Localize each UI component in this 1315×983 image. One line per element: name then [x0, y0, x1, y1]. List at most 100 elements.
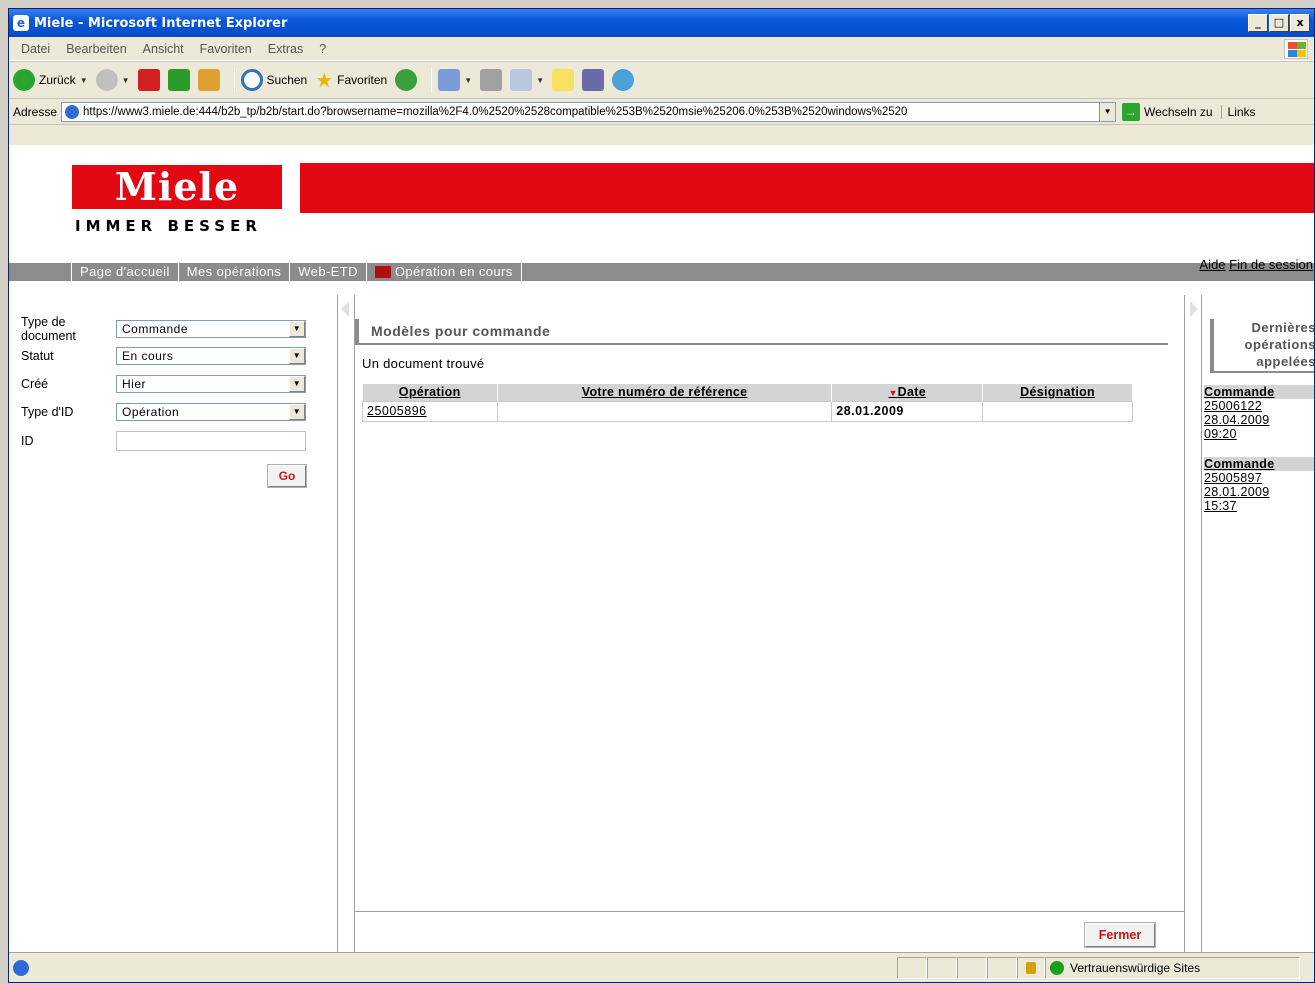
menu-bearbeiten[interactable]: Bearbeiten [58, 42, 134, 56]
cell-date: 28.01.2009 [831, 400, 984, 422]
menu-bar: Datei Bearbeiten Ansicht Favoriten Extra… [9, 37, 1314, 61]
mail-button[interactable]: ▼ [438, 69, 472, 91]
menu-ansicht[interactable]: Ansicht [135, 42, 192, 56]
chevron-down-icon: ▼ [289, 321, 305, 337]
tab-current-operation[interactable]: Opération en cours [365, 263, 522, 281]
page-icon [65, 104, 80, 119]
chevron-down-icon: ▼ [79, 75, 88, 85]
check-icon [1050, 960, 1064, 975]
operation-link[interactable]: 25005896 [367, 404, 427, 418]
maximize-button[interactable]: □ [1269, 14, 1289, 32]
col-reference[interactable]: Votre numéro de référence [497, 384, 833, 401]
id-label: ID [21, 434, 34, 448]
messenger-button[interactable] [612, 69, 635, 91]
address-input[interactable]: https://www3.miele.de:444/b2b_tp/b2b/sta… [61, 101, 1117, 122]
close-form-button[interactable]: Fermer [1084, 922, 1156, 948]
stop-button[interactable] [137, 69, 160, 91]
close-button[interactable]: x [1290, 14, 1310, 32]
sort-desc-icon: ▼ [888, 388, 898, 399]
chevron-down-icon: ▼ [289, 348, 305, 364]
recent-number-link[interactable]: 25006122 [1204, 399, 1314, 413]
help-link[interactable]: Aide [1200, 257, 1226, 272]
address-url: https://www3.miele.de:444/b2b_tp/b2b/sta… [83, 105, 908, 118]
recent-time-link[interactable]: 15:37 [1204, 499, 1314, 513]
recent-number-link[interactable]: 25005897 [1204, 471, 1314, 485]
created-select[interactable]: Hier ▼ [116, 375, 306, 393]
menu-datei[interactable]: Datei [13, 42, 58, 56]
forward-button[interactable]: ▼ [95, 69, 130, 91]
doc-type-select[interactable]: Commande ▼ [116, 320, 306, 338]
id-type-select[interactable]: Opération ▼ [116, 403, 306, 421]
page-status-icon [13, 959, 29, 976]
recent-item: Commande 25006122 28.04.2009 09:20 [1204, 385, 1314, 441]
status-cell [987, 956, 1017, 979]
home-button[interactable] [197, 69, 220, 91]
recent-type-link[interactable]: Commande [1204, 457, 1314, 471]
mail-icon [438, 69, 461, 91]
chevron-down-icon: ▼ [289, 376, 305, 392]
section-title: Modèles pour commande [355, 319, 1168, 345]
status-label: Statut [21, 349, 54, 363]
back-arrow-icon [13, 69, 35, 91]
resize-grip[interactable] [1300, 957, 1314, 979]
logout-link[interactable]: Fin de session [1229, 257, 1313, 272]
recent-date-link[interactable]: 28.04.2009 [1204, 413, 1314, 427]
col-date[interactable]: ▼Date [831, 384, 984, 401]
recent-time-link[interactable]: 09:20 [1204, 427, 1314, 441]
refresh-button[interactable] [167, 69, 190, 91]
refresh-icon [167, 69, 190, 91]
result-count: Un document trouvé [362, 356, 485, 371]
history-icon [395, 69, 418, 91]
edit-icon [510, 69, 533, 91]
print-button[interactable] [480, 69, 503, 91]
cell-reference [496, 400, 833, 422]
go-to-button[interactable]: → Wechseln zu [1122, 102, 1213, 121]
status-select[interactable]: En cours ▼ [116, 347, 306, 365]
research-icon [582, 69, 605, 91]
note-icon [552, 69, 575, 91]
research-button[interactable] [582, 69, 605, 91]
tab-my-operations[interactable]: Mes opérations [177, 263, 289, 281]
go-button[interactable]: Go [267, 464, 307, 488]
search-button[interactable]: Suchen [240, 69, 307, 91]
security-zone[interactable]: Vertrauenswürdige Sites [1045, 956, 1300, 979]
links-button[interactable]: Links [1220, 104, 1256, 119]
note-button[interactable] [552, 69, 575, 91]
recent-item: Commande 25005897 28.01.2009 15:37 [1204, 457, 1314, 513]
back-button[interactable]: Zurück ▼ [13, 69, 88, 91]
chevron-down-icon: ▼ [289, 404, 305, 420]
recent-type-link[interactable]: Commande [1204, 385, 1314, 399]
col-designation[interactable]: Désignation [982, 384, 1133, 401]
star-icon: ★ [315, 69, 334, 92]
home-icon [197, 69, 220, 91]
chevron-down-icon[interactable]: ▼ [1099, 102, 1116, 121]
col-operation[interactable]: Opération [362, 384, 498, 401]
menu-help[interactable]: ? [311, 42, 334, 56]
favorites-button[interactable]: ★ Favoriten [315, 68, 387, 93]
miele-logo: Miele [72, 165, 282, 209]
main-nav: Page d'accueil Mes opérations Web-ETD Op… [9, 263, 1314, 281]
doc-type-label: Type de document [21, 315, 76, 343]
menu-favoriten[interactable]: Favoriten [192, 42, 260, 56]
status-cell [927, 956, 957, 979]
page-header: Miele IMMER BESSER Aide Fin de session [9, 145, 1314, 272]
browser-window: e Miele - Microsoft Internet Explorer _ … [8, 8, 1315, 983]
right-collapse-handle[interactable] [1184, 295, 1202, 954]
top-links: Aide Fin de session [1200, 257, 1313, 272]
minimize-button[interactable]: _ [1248, 14, 1268, 32]
recent-date-link[interactable]: 28.01.2009 [1204, 485, 1314, 499]
menu-extras[interactable]: Extras [260, 42, 311, 56]
stop-icon [137, 69, 160, 91]
main-panel: Modèles pour commande Un document trouvé… [355, 295, 1184, 954]
left-collapse-handle[interactable] [337, 295, 355, 954]
edit-button[interactable]: ▼ [510, 69, 544, 91]
table-row: 25005896 28.01.2009 [362, 400, 1133, 422]
tab-home[interactable]: Page d'accueil [71, 263, 178, 281]
cart-icon [374, 266, 391, 278]
tab-web-etd[interactable]: Web-ETD [289, 263, 366, 281]
history-button[interactable] [395, 69, 418, 91]
id-input[interactable] [116, 431, 306, 451]
results-table: Opération Votre numéro de référence ▼Dat… [362, 384, 1133, 422]
tagline: IMMER BESSER [75, 217, 262, 235]
ssl-lock-icon[interactable] [1017, 956, 1045, 979]
